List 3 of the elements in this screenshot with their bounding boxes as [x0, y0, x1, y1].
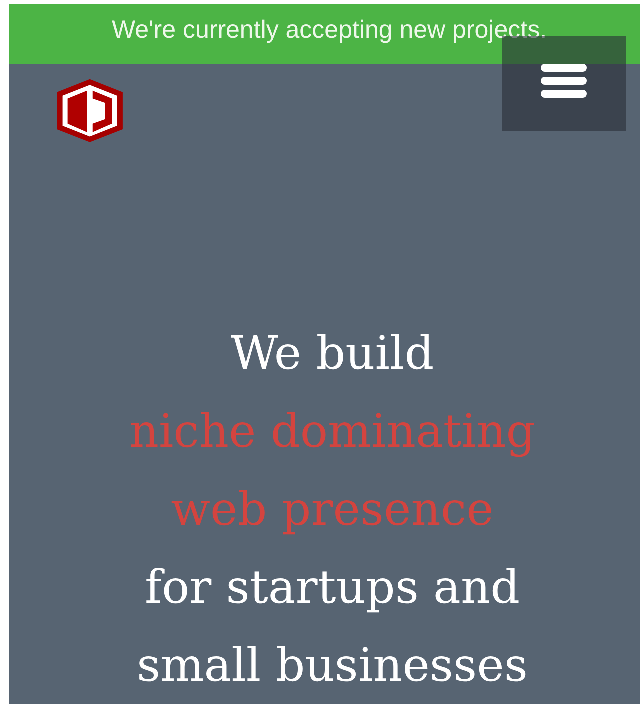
hero-headline: We build niche dominating web presence for startups and small businesses [128, 325, 537, 694]
menu-icon [541, 64, 587, 98]
announcement-text: We're currently accepting new projects. [112, 16, 548, 45]
